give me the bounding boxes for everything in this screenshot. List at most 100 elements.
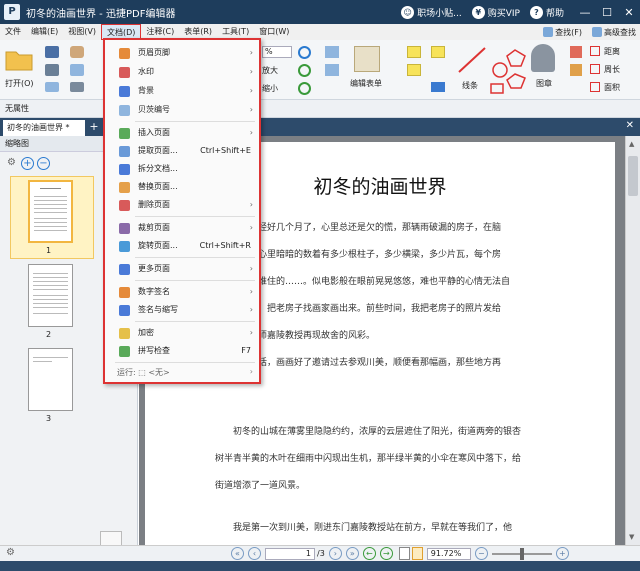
continuous-page-icon[interactable] bbox=[411, 547, 423, 560]
menu-spell-check[interactable]: 拼写检查 F7 bbox=[105, 342, 259, 360]
menu-extract-page[interactable]: 提取页面... Ctrl+Shift+E bbox=[105, 142, 259, 160]
highlight-icon[interactable] bbox=[431, 46, 445, 58]
zoom-in-thumb-icon[interactable]: + bbox=[21, 156, 34, 170]
help-button[interactable]: ? 帮助 bbox=[529, 5, 564, 19]
document-menu-dropdown: 页眉页脚 › 水印 › 背景 › 贝茨编号 › 插入页面 › 提取页面... Ctrl+Sh… bbox=[103, 38, 261, 384]
dd-label: 加密 bbox=[138, 328, 154, 337]
print-icon[interactable] bbox=[45, 64, 59, 76]
menu-delete-page[interactable]: 删除页面 › bbox=[105, 196, 259, 214]
menu-background[interactable]: 背景 › bbox=[105, 82, 259, 100]
menu-rotate-page[interactable]: 旋转页面... Ctrl+Shift+R bbox=[105, 237, 259, 255]
menu-header-footer[interactable]: 页眉页脚 › bbox=[105, 44, 259, 62]
table-icon[interactable] bbox=[325, 64, 339, 76]
snapshot-icon[interactable] bbox=[70, 82, 84, 92]
zoom-out-status-icon[interactable]: − bbox=[474, 547, 488, 560]
scroll-up-icon[interactable]: ▲ bbox=[629, 140, 634, 148]
zoom-out-thumb-icon[interactable]: − bbox=[37, 156, 50, 170]
watermark-icon bbox=[119, 67, 130, 78]
insert-page-icon bbox=[119, 128, 130, 139]
doc-line: 来电话，画画好了邀请过去参观川美，顺便看那幅画，那些地方再 bbox=[240, 358, 502, 368]
back-icon[interactable]: ← bbox=[362, 547, 376, 560]
forward-icon[interactable]: → bbox=[379, 547, 393, 560]
single-page-icon[interactable] bbox=[398, 547, 410, 560]
email-icon[interactable] bbox=[45, 82, 59, 92]
menu-bates-numbering[interactable]: 贝茨编号 › bbox=[105, 101, 259, 119]
text-box-icon[interactable] bbox=[407, 46, 421, 58]
area-icon[interactable] bbox=[590, 82, 600, 92]
menu-watermark[interactable]: 水印 › bbox=[105, 63, 259, 81]
page-thumbnail-3[interactable] bbox=[28, 348, 73, 411]
account-button[interactable]: ☺ 职场小贴... bbox=[401, 5, 462, 19]
zoom-in-label[interactable]: 放大 bbox=[262, 65, 278, 76]
page-thumbnail-2[interactable] bbox=[28, 264, 73, 327]
menu-split-document[interactable]: 拆分文档... bbox=[105, 160, 259, 178]
account-label: 职场小贴... bbox=[417, 8, 462, 19]
document-tab-strip: 初冬的油画世界 * + ✕ bbox=[0, 118, 640, 136]
scroll-thumb[interactable] bbox=[628, 156, 638, 196]
hand-tool-icon[interactable] bbox=[70, 46, 84, 58]
close-button[interactable]: ✕ bbox=[618, 6, 640, 19]
area-label[interactable]: 面积 bbox=[604, 82, 620, 93]
zoom-in-circle-icon[interactable] bbox=[298, 46, 311, 59]
zoom-in-status-icon[interactable]: + bbox=[555, 547, 569, 560]
find-button[interactable]: 查找(F) bbox=[543, 27, 582, 38]
menu-file[interactable]: 文件 bbox=[0, 24, 26, 40]
maximize-button[interactable]: ☐ bbox=[596, 6, 618, 19]
scroll-down-icon[interactable]: ▼ bbox=[629, 533, 634, 541]
doc-line: 都是谁住的……。似电影般在眼前晃晃悠悠，难也平静的心情无法自 bbox=[240, 277, 511, 287]
menu-edit[interactable]: 编辑(E) bbox=[26, 24, 63, 40]
page-thumbnail-1[interactable] bbox=[28, 180, 73, 243]
advanced-find-button[interactable]: 高级查找 bbox=[592, 27, 636, 38]
rotate-left-icon[interactable] bbox=[298, 64, 311, 77]
minimize-button[interactable]: — bbox=[574, 6, 596, 19]
select-tool-icon[interactable] bbox=[70, 64, 84, 76]
prev-page-icon[interactable]: ‹ bbox=[248, 547, 261, 560]
zoom-field[interactable]: 91.72% bbox=[426, 547, 471, 560]
new-tab-button[interactable]: + bbox=[88, 120, 100, 134]
menu-separator bbox=[135, 280, 255, 281]
close-tab-button[interactable]: ✕ bbox=[626, 120, 634, 131]
zoom-slider[interactable] bbox=[491, 547, 552, 560]
eraser-icon[interactable] bbox=[570, 46, 582, 58]
menu-encrypt[interactable]: 加密 › bbox=[105, 324, 259, 342]
submenu-arrow-icon: › bbox=[249, 223, 253, 232]
dd-shortcut: Ctrl+Shift+E bbox=[200, 146, 251, 155]
list-icon[interactable] bbox=[325, 46, 339, 58]
menu-separator bbox=[115, 362, 255, 363]
vertical-scrollbar[interactable]: ▲ ▼ bbox=[625, 136, 640, 545]
vip-button[interactable]: ¥ 购买VIP bbox=[471, 5, 520, 19]
distance-label[interactable]: 距离 bbox=[604, 46, 620, 57]
next-page-icon[interactable]: › bbox=[328, 547, 342, 560]
menu-crop-page[interactable]: 裁剪页面 › bbox=[105, 219, 259, 237]
dd-label: 水印 bbox=[138, 67, 154, 76]
stamp-label[interactable]: 图章 bbox=[536, 78, 552, 89]
menu-signature-initials[interactable]: 签名与缩写 › bbox=[105, 301, 259, 319]
edit-form-icon[interactable] bbox=[354, 46, 380, 72]
save-icon[interactable] bbox=[45, 46, 59, 58]
distance-icon[interactable] bbox=[590, 46, 600, 56]
line-label[interactable]: 线条 bbox=[462, 80, 478, 91]
menu-more-pages[interactable]: 更多页面 › bbox=[105, 260, 259, 278]
pencil-icon[interactable] bbox=[570, 64, 582, 76]
zoom-out-label[interactable]: 缩小 bbox=[262, 83, 278, 94]
perimeter-icon[interactable] bbox=[590, 64, 600, 74]
menu-digital-signature[interactable]: 数字签名 › bbox=[105, 283, 259, 301]
dd-label: 贝茨编号 bbox=[138, 105, 170, 114]
settings-gear-icon[interactable]: ⚙ bbox=[6, 547, 15, 558]
gear-icon[interactable]: ⚙ bbox=[5, 157, 18, 170]
zoom-percent[interactable]: % bbox=[262, 46, 292, 58]
perimeter-label[interactable]: 周长 bbox=[604, 64, 620, 75]
menu-run-footer[interactable]: 运行: ⬚ <无> bbox=[117, 367, 170, 378]
menu-insert-page[interactable]: 插入页面 › bbox=[105, 124, 259, 142]
first-page-icon[interactable]: « bbox=[231, 547, 244, 560]
callout-icon[interactable] bbox=[407, 64, 421, 76]
page-input[interactable]: 1 bbox=[265, 547, 315, 560]
menu-replace-page[interactable]: 替换页面... bbox=[105, 178, 259, 196]
menu-view[interactable]: 视图(V) bbox=[63, 24, 101, 40]
last-page-icon[interactable]: » bbox=[345, 547, 359, 560]
sound-icon[interactable] bbox=[431, 82, 445, 92]
edit-form-label[interactable]: 编辑表单 bbox=[350, 78, 382, 89]
rotate-right-icon[interactable] bbox=[298, 82, 311, 95]
stamp-icon[interactable] bbox=[531, 44, 555, 72]
tab-document[interactable]: 初冬的油画世界 * bbox=[3, 120, 85, 136]
